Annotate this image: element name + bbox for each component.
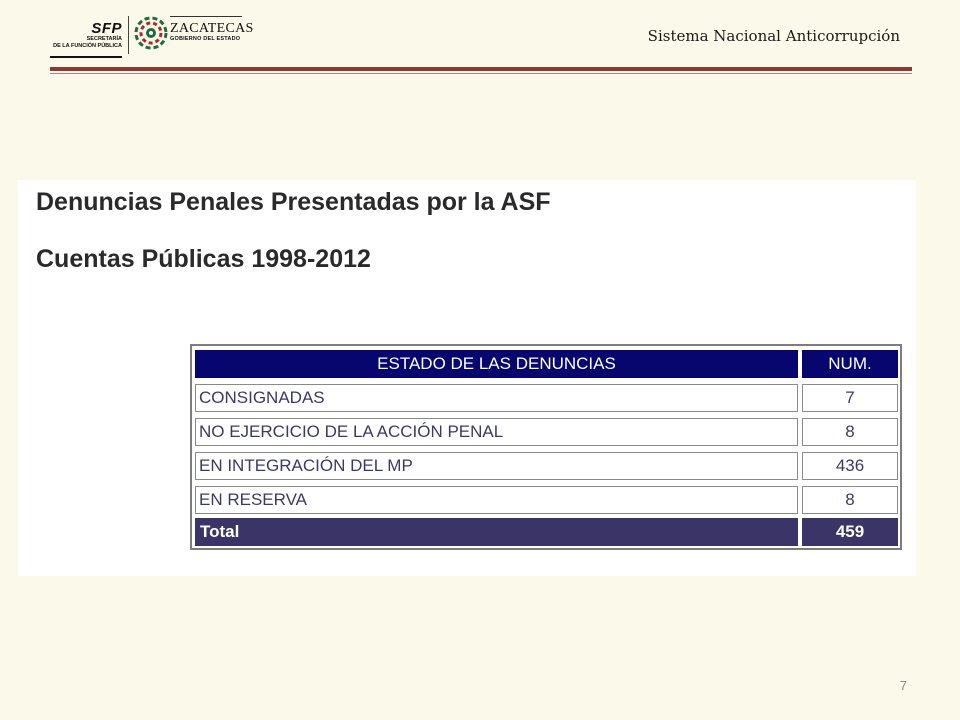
page-number: 7 bbox=[899, 678, 907, 693]
table-total-row: Total 459 bbox=[195, 518, 899, 548]
table-row: EN INTEGRACIÓN DEL MP 436 bbox=[195, 452, 899, 482]
sfp-logo-underline bbox=[50, 56, 122, 58]
slide-subtitle: Cuentas Públicas 1998-2012 bbox=[36, 245, 371, 273]
row-label: NO EJERCICIO DE LA ACCIÓN PENAL bbox=[195, 418, 798, 446]
row-value: 8 bbox=[802, 486, 898, 514]
row-value: 436 bbox=[802, 452, 898, 480]
row-value: 8 bbox=[802, 418, 898, 446]
zacatecas-logo-name: ZACATECAS bbox=[170, 21, 254, 36]
slide-title: Denuncias Penales Presentadas por la ASF bbox=[36, 188, 551, 216]
row-label: EN RESERVA bbox=[195, 486, 798, 514]
table-header-row: ESTADO DE LAS DENUNCIAS NUM. bbox=[195, 350, 899, 380]
row-label: EN INTEGRACIÓN DEL MP bbox=[195, 452, 798, 480]
slide-header: SFP SECRETARÍA DE LA FUNCIÓN PÚBLICA ZAC… bbox=[0, 0, 960, 80]
table-header-num: NUM. bbox=[802, 350, 898, 378]
zacatecas-emblem-icon bbox=[134, 16, 168, 50]
header-rule-thick bbox=[50, 67, 912, 71]
logos: SFP SECRETARÍA DE LA FUNCIÓN PÚBLICA ZAC… bbox=[50, 14, 253, 58]
row-value: 7 bbox=[802, 384, 898, 412]
sfp-logo-subtitle: SECRETARÍA DE LA FUNCIÓN PÚBLICA bbox=[53, 36, 122, 49]
total-value: 459 bbox=[802, 518, 898, 546]
zacatecas-logo-rule bbox=[170, 16, 242, 17]
denuncias-table: ESTADO DE LAS DENUNCIAS NUM. CONSIGNADAS… bbox=[190, 344, 902, 550]
table-row: EN RESERVA 8 bbox=[195, 486, 899, 516]
slide-image-panel: Denuncias Penales Presentadas por la ASF… bbox=[18, 180, 916, 576]
zacatecas-logo: ZACATECAS GOBIERNO DEL ESTADO bbox=[170, 22, 254, 43]
header-rule-thin bbox=[50, 73, 912, 74]
table-header-status: ESTADO DE LAS DENUNCIAS bbox=[195, 350, 798, 378]
table-row: CONSIGNADAS 7 bbox=[195, 384, 899, 414]
row-label: CONSIGNADAS bbox=[195, 384, 798, 412]
sfp-logo-title: SFP bbox=[91, 20, 122, 37]
logo-divider bbox=[128, 16, 129, 54]
total-label: Total bbox=[195, 518, 798, 546]
table-row: NO EJERCICIO DE LA ACCIÓN PENAL 8 bbox=[195, 418, 899, 448]
sfp-logo: SFP SECRETARÍA DE LA FUNCIÓN PÚBLICA bbox=[50, 14, 130, 58]
header-title: Sistema Nacional Anticorrupción bbox=[647, 27, 900, 45]
zacatecas-logo-subtitle: GOBIERNO DEL ESTADO bbox=[170, 36, 241, 42]
